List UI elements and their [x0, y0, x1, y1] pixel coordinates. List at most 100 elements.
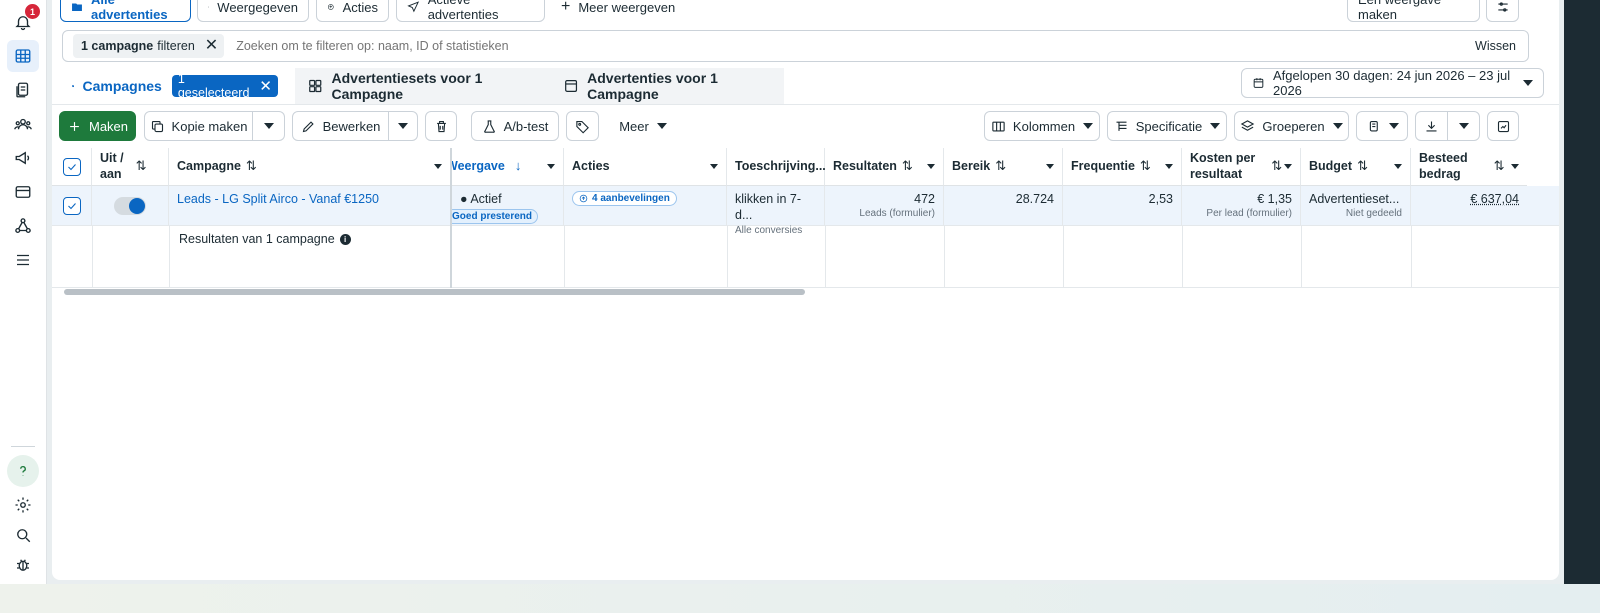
export-dropdown[interactable] — [1448, 111, 1480, 141]
horizontal-scrollbar[interactable] — [64, 289, 805, 295]
report-bug-button[interactable] — [7, 549, 39, 581]
sort-icon[interactable]: ⇅ — [1140, 158, 1151, 174]
close-icon[interactable]: ✕ — [259, 77, 272, 95]
sort-icon[interactable]: ⇅ — [1357, 158, 1368, 174]
column-divider — [727, 226, 728, 288]
document-icon — [16, 82, 29, 98]
sort-down-icon[interactable]: ↓ — [515, 158, 522, 174]
view-actions[interactable]: Acties — [316, 0, 389, 22]
chevron-down-icon[interactable] — [547, 164, 555, 169]
grid-icon — [309, 79, 322, 93]
reports-button[interactable] — [7, 74, 39, 106]
close-icon[interactable]: ✕ — [205, 38, 218, 54]
clear-filters-button[interactable]: Wissen — [1475, 39, 1516, 53]
cost-sub: Per lead (formulier) — [1206, 208, 1292, 220]
tab-campaigns[interactable]: Campagnes 1 geselecteerd ✕ — [60, 68, 290, 104]
view-active-ads[interactable]: Actieve advertenties — [396, 0, 545, 22]
inbox-icon — [208, 6, 210, 8]
header-results[interactable]: Resultaten ⇅ — [825, 148, 944, 186]
tab-adsets[interactable]: Advertentiesets voor 1 Campagne — [295, 68, 551, 104]
sort-icon[interactable]: ⇅ — [246, 158, 257, 174]
campaign-toggle[interactable] — [114, 197, 146, 215]
header-cost-per-result[interactable]: Kosten per resultaat ⇅ — [1182, 148, 1301, 186]
more-button[interactable]: Meer — [608, 111, 678, 141]
settings-button[interactable] — [7, 489, 39, 521]
filter-chip[interactable]: 1 campagne filteren ✕ — [73, 34, 225, 58]
header-delivery[interactable]: Weergave ↓ — [452, 148, 564, 186]
sort-icon[interactable]: ⇅ — [902, 158, 913, 174]
select-all-checkbox[interactable] — [62, 157, 81, 176]
check-icon — [67, 203, 76, 210]
sort-icon[interactable]: ⇅ — [136, 158, 147, 174]
header-frequency[interactable]: Frequentie ⇅ — [1063, 148, 1182, 186]
info-icon[interactable]: i — [339, 233, 351, 245]
header-budget[interactable]: Budget ⇅ — [1301, 148, 1411, 186]
delete-button[interactable] — [425, 111, 457, 141]
chevron-down-icon[interactable] — [927, 164, 935, 169]
budget-value: Advertentieset... — [1309, 192, 1400, 206]
tab-campaigns-label: Campagnes — [82, 78, 162, 94]
tag-icon — [576, 120, 589, 134]
campaigns-button[interactable] — [7, 142, 39, 174]
plus-icon — [70, 121, 79, 131]
date-range-button[interactable]: Afgelopen 30 dagen: 24 jun 2026 – 23 jul… — [1241, 68, 1544, 98]
breakdown-button[interactable]: Specificatie — [1107, 111, 1227, 141]
export-button[interactable] — [1415, 111, 1448, 141]
filter-chip-bold: 1 campagne — [81, 39, 154, 53]
all-tools-button[interactable] — [7, 244, 39, 276]
recommendations-badge[interactable]: 4 aanbevelingen — [572, 191, 677, 206]
header-attribution[interactable]: Toeschrijving... — [727, 148, 826, 186]
ab-test-button[interactable]: A/b-test — [471, 111, 559, 141]
help-button[interactable] — [7, 455, 39, 487]
group-button[interactable]: Groeperen — [1234, 111, 1349, 141]
header-amount-spent[interactable]: Besteed bedrag ⇅ — [1411, 148, 1527, 186]
sort-icon[interactable]: ⇅ — [1271, 158, 1282, 174]
header-reach[interactable]: Bereik ⇅ — [944, 148, 1063, 186]
ads-manager-table-button[interactable] — [7, 40, 39, 72]
row-checkbox[interactable] — [62, 197, 81, 215]
sort-icon[interactable]: ⇅ — [995, 158, 1006, 174]
chevron-down-icon[interactable] — [1284, 164, 1292, 169]
sort-icon[interactable]: ⇅ — [1494, 158, 1505, 174]
billing-button[interactable] — [7, 176, 39, 208]
chevron-down-icon[interactable] — [710, 164, 718, 169]
view-settings-button[interactable] — [1486, 0, 1519, 22]
reports-dropdown[interactable] — [1356, 111, 1408, 141]
chevron-down-icon[interactable] — [1511, 164, 1519, 169]
search-button[interactable] — [7, 519, 39, 551]
edit-dropdown[interactable] — [389, 111, 418, 141]
selected-badge[interactable]: 1 geselecteerd ✕ — [171, 72, 278, 100]
events-manager-button[interactable] — [7, 210, 39, 242]
header-actions[interactable]: Acties — [564, 148, 727, 186]
chevron-down-icon[interactable] — [1046, 164, 1054, 169]
folder-icon — [72, 85, 75, 87]
row-spent-cell: € 637,04 — [1411, 186, 1527, 226]
audiences-button[interactable] — [7, 108, 39, 140]
duplicate-button[interactable]: Kopie maken — [144, 111, 253, 141]
tag-button[interactable] — [566, 111, 599, 141]
chevron-down-icon[interactable] — [1394, 164, 1402, 169]
create-button[interactable]: Maken — [59, 111, 136, 141]
charts-button[interactable] — [1487, 111, 1519, 141]
header-campaign-label: Campagne — [177, 158, 241, 173]
more-views-button[interactable]: + Meer weergeven — [561, 0, 675, 22]
campaign-name-link[interactable]: Leads - LG Split Airco - Vanaf €1250 — [177, 192, 379, 206]
edit-button[interactable]: Bewerken — [292, 111, 389, 141]
columns-button[interactable]: Kolommen — [984, 111, 1100, 141]
header-campaign[interactable]: Campagne ⇅ — [169, 148, 451, 186]
chevron-down-icon — [1523, 80, 1533, 86]
page: 1 advertenties Weergegeven Acties advert… — [0, 0, 1600, 613]
table-row[interactable]: Leads - LG Split Airco - Vanaf €1250 ● A… — [52, 186, 1559, 236]
header-onoff[interactable]: Uit / aan ⇅ — [92, 148, 169, 186]
view-viewed[interactable]: Weergegeven — [197, 0, 309, 22]
duplicate-dropdown[interactable] — [253, 111, 285, 141]
create-view-button[interactable]: Een weergave maken — [1347, 0, 1480, 22]
chevron-down-icon[interactable] — [434, 164, 442, 169]
view-all-ads[interactable]: Alle advertenties — [60, 0, 191, 22]
chevron-down-icon[interactable] — [1165, 164, 1173, 169]
notifications-button[interactable]: 1 — [7, 4, 40, 38]
row-delivery-cell: ● Actief Goed presterend — [452, 186, 564, 226]
search-input[interactable] — [236, 39, 1476, 53]
tab-ads[interactable]: Advertenties voor 1 Campagne — [551, 68, 784, 104]
action-toolbar: Maken Kopie maken Bewerken A/b-test Meer… — [52, 104, 1559, 146]
